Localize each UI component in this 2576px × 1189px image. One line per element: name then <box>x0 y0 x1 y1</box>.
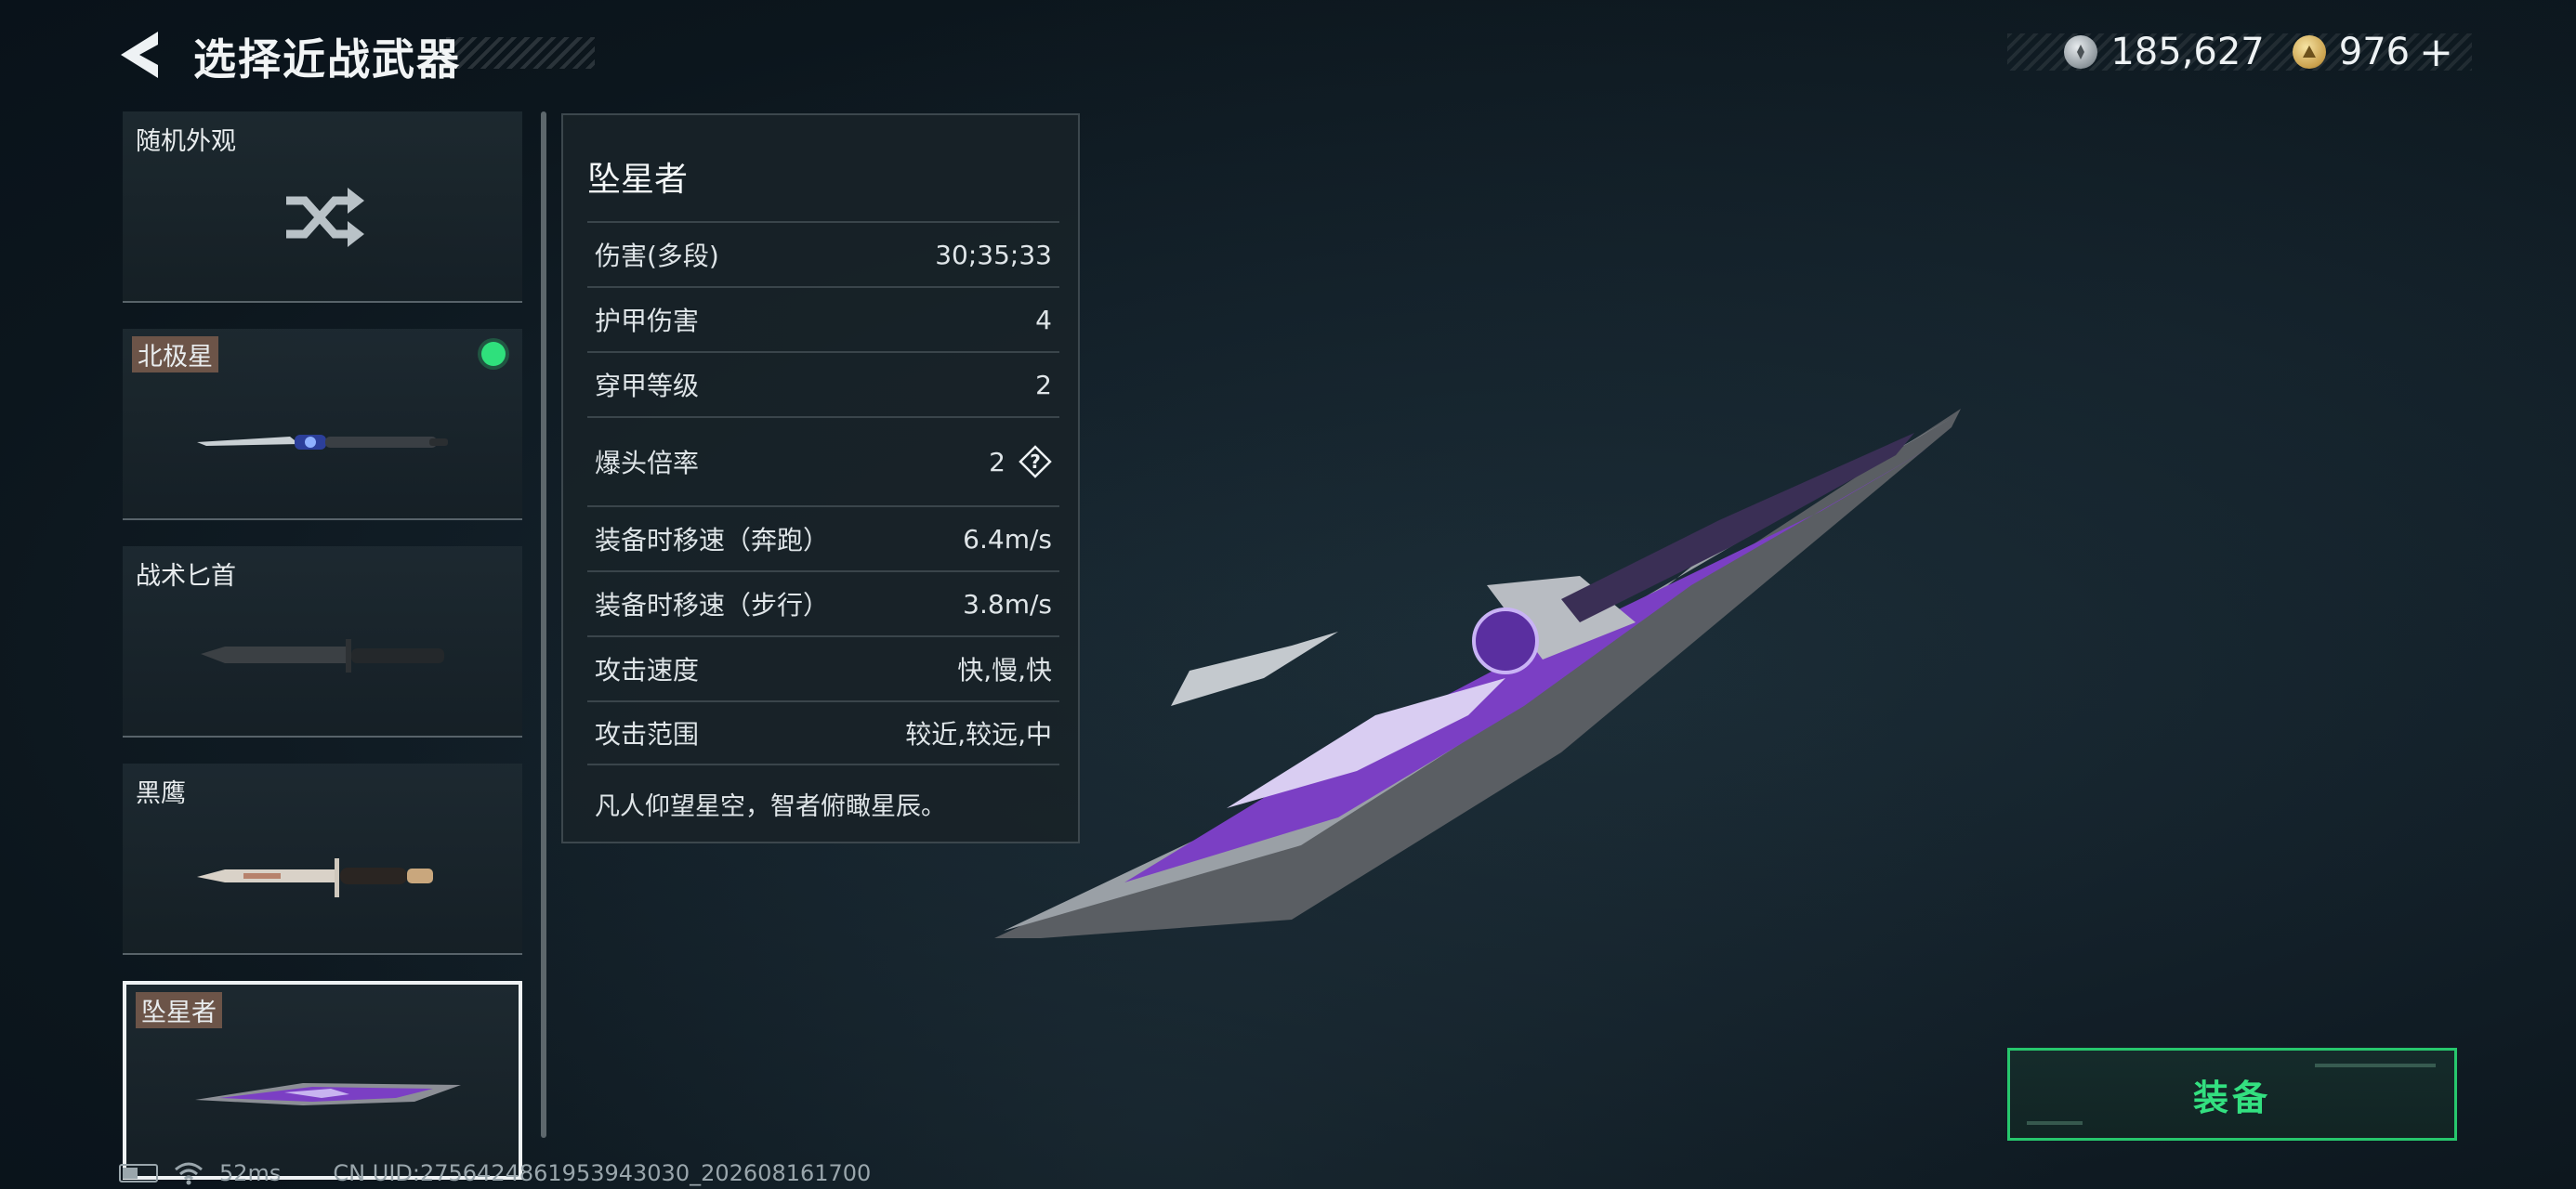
user-uid: CN UID:2756424861953943030_202608161700 <box>333 1160 872 1186</box>
currency-bar: 185,627 976 + <box>2007 29 2472 76</box>
weapon-card-random[interactable]: 随机外观 <box>123 111 522 303</box>
weapon-description: 凡人仰望星空，智者俯瞰星辰。 <box>595 792 946 821</box>
equip-button[interactable]: 装备 <box>2007 1048 2457 1141</box>
stat-value: 4 <box>1035 304 1052 335</box>
weapon-thumbnail <box>197 858 433 897</box>
back-button[interactable] <box>117 28 167 82</box>
weapon-preview-image <box>994 409 1961 938</box>
silver-currency-value: 185,627 <box>2110 31 2265 73</box>
back-arrow-icon <box>121 32 158 78</box>
status-bar: 52ms CN UID:2756424861953943030_20260816… <box>119 1159 871 1187</box>
shuffle-icon <box>286 188 364 247</box>
equip-button-label: 装备 <box>2192 1077 2271 1118</box>
weapon-card-name: 随机外观 <box>136 127 236 156</box>
stat-row-damage: 伤害(多段) 30;35;33 <box>587 221 1059 286</box>
stat-value: 30;35;33 <box>935 239 1052 270</box>
weapon-card-star-faller[interactable]: 坠星者 <box>123 981 522 1180</box>
weapon-card-name: 战术匕首 <box>136 562 236 591</box>
battery-icon <box>119 1164 158 1182</box>
weapon-card-name: 黑鹰 <box>136 779 186 808</box>
button-decoration <box>2315 1064 2436 1067</box>
page-title: 选择近战武器 <box>193 34 461 85</box>
button-decoration <box>2027 1121 2083 1125</box>
stat-row-armor-damage: 护甲伤害 4 <box>587 286 1059 351</box>
stat-label: 爆头倍率 <box>595 448 700 478</box>
weapon-thumbnail <box>195 1083 461 1105</box>
stat-value: 2 <box>1035 369 1052 400</box>
gold-currency-value: 976 <box>2338 31 2411 73</box>
weapon-card-black-eagle[interactable]: 黑鹰 <box>123 764 522 955</box>
equipped-indicator <box>481 342 506 366</box>
weapon-list: 随机外观 北极星 战术匕首 黑鹰 坠星者 <box>123 111 526 1180</box>
gold-coin-icon <box>2292 35 2326 69</box>
weapon-thumbnail <box>201 639 444 673</box>
stat-label: 攻击范围 <box>595 719 700 750</box>
weapon-thumbnail <box>197 435 448 450</box>
stat-label: 攻击速度 <box>595 655 700 686</box>
weapon-card-tactical-dagger[interactable]: 战术匕首 <box>123 546 522 738</box>
silver-coin-icon <box>2064 35 2098 69</box>
weapon-list-scrollbar[interactable] <box>541 111 546 1138</box>
stat-label: 护甲伤害 <box>595 306 700 336</box>
title-decoration <box>446 37 595 69</box>
weapon-card-name: 坠星者 <box>136 992 222 1028</box>
add-currency-button[interactable]: + <box>2419 29 2453 76</box>
stat-label: 穿甲等级 <box>595 371 700 401</box>
weapon-card-polaris[interactable]: 北极星 <box>123 329 522 520</box>
stat-label: 装备时移速（步行） <box>595 590 830 621</box>
wifi-icon <box>175 1162 203 1185</box>
stat-label: 装备时移速（奔跑） <box>595 525 830 555</box>
weapon-card-name: 北极星 <box>132 336 218 372</box>
stat-label: 伤害(多段) <box>595 241 719 271</box>
ping-value: 52ms <box>219 1160 282 1186</box>
weapon-stats-title: 坠星者 <box>587 161 689 199</box>
